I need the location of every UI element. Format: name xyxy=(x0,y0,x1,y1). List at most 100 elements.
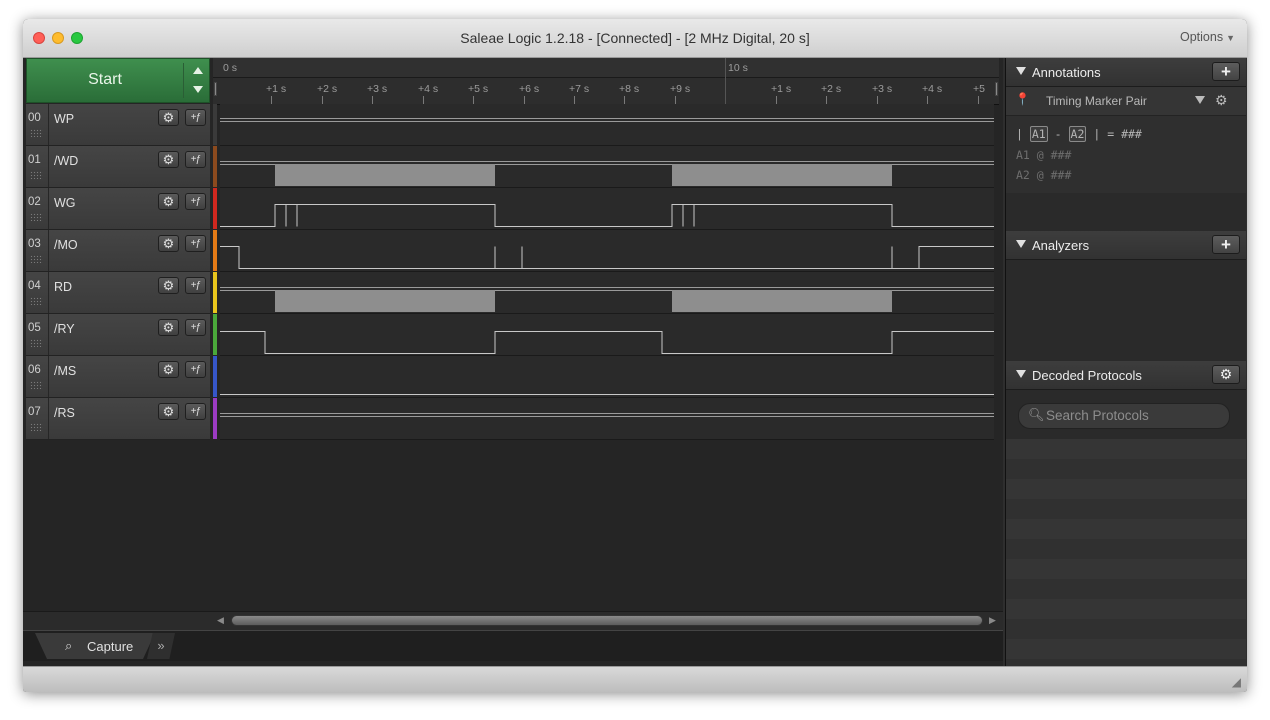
drag-handle-icon[interactable] xyxy=(30,297,43,305)
arrow-up-icon[interactable] xyxy=(193,67,203,74)
drag-handle-icon[interactable] xyxy=(30,381,43,389)
channel-label-panel[interactable]: 05 /RY ⚙ +ƒ xyxy=(26,314,210,356)
ruler-tick xyxy=(927,96,928,104)
channel-label-panel[interactable]: 07 /RS ⚙ +ƒ xyxy=(26,398,210,440)
add-analyzer-button[interactable]: + xyxy=(1212,235,1240,254)
channel-name[interactable]: /MS xyxy=(54,364,76,378)
trigger-icon[interactable]: +ƒ xyxy=(185,403,206,420)
channel-color-strip xyxy=(213,230,217,271)
time-ruler[interactable]: 0 s 10 s +1 s +2 s +3 s +4 s +5 s +6 s +… xyxy=(213,58,999,105)
start-label: Start xyxy=(88,71,122,88)
scroll-right-icon[interactable]: ▶ xyxy=(989,615,996,626)
trigger-icon[interactable]: +ƒ xyxy=(185,277,206,294)
gear-icon[interactable]: ⚙ xyxy=(158,319,179,336)
channel-name[interactable]: WP xyxy=(54,112,74,126)
ruler-tick-label: +6 s xyxy=(519,83,540,95)
pin-icon[interactable]: 📍 xyxy=(1015,92,1030,106)
channel-name[interactable]: WG xyxy=(54,196,76,210)
channel-label-panel[interactable]: 04 RD ⚙ +ƒ xyxy=(26,272,210,314)
analyzers-header[interactable]: Analyzers + xyxy=(1006,231,1246,260)
drag-handle-icon[interactable] xyxy=(30,423,43,431)
gear-icon[interactable]: ⚙ xyxy=(158,277,179,294)
add-annotation-button[interactable]: + xyxy=(1212,62,1240,81)
ruler-tick-label: +5 xyxy=(973,83,985,95)
timing-marker-handle[interactable] xyxy=(214,82,217,96)
marker-a1-tag[interactable]: A1 xyxy=(1029,126,1048,142)
tab-capture-label: Capture xyxy=(87,639,134,654)
waveform-trace xyxy=(918,246,994,269)
trigger-icon[interactable]: +ƒ xyxy=(185,151,206,168)
drag-handle-icon[interactable] xyxy=(30,213,43,221)
channel-color-strip xyxy=(213,188,217,229)
analyzers-title: Analyzers xyxy=(1032,238,1090,253)
decoded-protocols-list[interactable] xyxy=(1006,439,1246,666)
decoded-protocols-header[interactable]: Decoded Protocols ⚙ xyxy=(1006,361,1246,390)
ruler-tick-label: +1 s xyxy=(771,83,792,95)
start-button[interactable]: Start xyxy=(26,58,210,103)
search-protocols-input[interactable]: 🔍︎ Search Protocols xyxy=(1018,403,1230,429)
drag-handle-icon[interactable] xyxy=(30,171,43,179)
gear-icon[interactable]: ⚙ xyxy=(158,403,179,420)
scrollbar-thumb[interactable] xyxy=(231,615,983,626)
timing-marker-row[interactable]: 📍 Timing Marker Pair ⚙ xyxy=(1006,87,1246,116)
collapse-triangle-icon[interactable] xyxy=(1016,67,1026,75)
ruler-tick-label: +8 s xyxy=(619,83,640,95)
waveform-trace xyxy=(220,331,994,354)
gear-icon[interactable]: ⚙ xyxy=(158,109,179,126)
resize-grip-icon[interactable]: ◢ xyxy=(1232,675,1241,689)
channel-name[interactable]: /RY xyxy=(54,322,75,336)
gear-icon[interactable]: ⚙ xyxy=(158,361,179,378)
channel-number-cell: 00 xyxy=(26,104,49,145)
ruler-tick-label: +2 s xyxy=(317,83,338,95)
drag-handle-icon[interactable] xyxy=(30,129,43,137)
gear-icon[interactable]: ⚙ xyxy=(1215,92,1228,109)
pipe-symbol: | xyxy=(1016,127,1023,141)
options-menu-button[interactable]: Options ▼ xyxy=(1180,30,1235,44)
ruler-tick xyxy=(877,96,878,104)
channel-number: 03 xyxy=(28,238,41,250)
channel-label-panel[interactable]: 01 /WD ⚙ +ƒ xyxy=(26,146,210,188)
decoded-protocols-title: Decoded Protocols xyxy=(1032,368,1142,383)
trigger-icon[interactable]: +ƒ xyxy=(185,361,206,378)
channel-name[interactable]: /WD xyxy=(54,154,78,168)
collapse-triangle-icon[interactable] xyxy=(1016,240,1026,248)
annotations-header[interactable]: Annotations + xyxy=(1006,58,1246,87)
arrow-down-icon[interactable] xyxy=(193,86,203,93)
channel-label-panel[interactable]: 00 WP ⚙ +ƒ xyxy=(26,104,210,146)
channel-color-strip xyxy=(213,356,217,397)
ruler-tick xyxy=(675,96,676,104)
marker-a2-tag[interactable]: A2 xyxy=(1068,126,1087,142)
channel-label-panel[interactable]: 03 /MO ⚙ +ƒ xyxy=(26,230,210,272)
ruler-tick-label: +2 s xyxy=(821,83,842,95)
trigger-icon[interactable]: +ƒ xyxy=(185,319,206,336)
channel-name[interactable]: /MO xyxy=(54,238,78,252)
gear-icon[interactable]: ⚙ xyxy=(158,193,179,210)
channel-name[interactable]: /RS xyxy=(54,406,75,420)
ruler-major-divider xyxy=(725,58,726,104)
channel-number: 04 xyxy=(28,280,41,292)
channel-name[interactable]: RD xyxy=(54,280,72,294)
ruler-tick xyxy=(322,96,323,104)
gear-icon[interactable]: ⚙ xyxy=(158,235,179,252)
chevron-down-icon[interactable] xyxy=(1195,96,1205,104)
drag-handle-icon[interactable] xyxy=(30,339,43,347)
trigger-icon[interactable]: +ƒ xyxy=(185,193,206,210)
gear-icon[interactable]: ⚙ xyxy=(158,151,179,168)
capture-panel: Start 0 s 10 s +1 s +2 s +3 s +4 s +5 s … xyxy=(23,58,1003,666)
drag-handle-icon[interactable] xyxy=(30,255,43,263)
gear-icon[interactable]: ⚙ xyxy=(1212,365,1240,384)
trigger-icon[interactable]: +ƒ xyxy=(185,109,206,126)
waveform-trace xyxy=(220,118,994,122)
tab-capture[interactable]: ⌕ Capture xyxy=(35,633,155,659)
main-window: Saleae Logic 1.2.18 - [Connected] - [2 M… xyxy=(23,19,1247,692)
waveform-display[interactable] xyxy=(220,104,994,440)
channel-label-panel[interactable]: 06 /MS ⚙ +ƒ xyxy=(26,356,210,398)
dense-activity-block xyxy=(275,290,495,312)
scroll-left-icon[interactable]: ◀ xyxy=(217,615,224,626)
trigger-icon[interactable]: +ƒ xyxy=(185,235,206,252)
collapse-triangle-icon[interactable] xyxy=(1016,370,1026,378)
horizontal-scrollbar[interactable]: ◀ ▶ xyxy=(23,611,1003,630)
capture-search-icon: ⌕ xyxy=(65,638,73,653)
channel-label-panel[interactable]: 02 WG ⚙ +ƒ xyxy=(26,188,210,230)
timing-marker-handle[interactable] xyxy=(995,82,998,96)
